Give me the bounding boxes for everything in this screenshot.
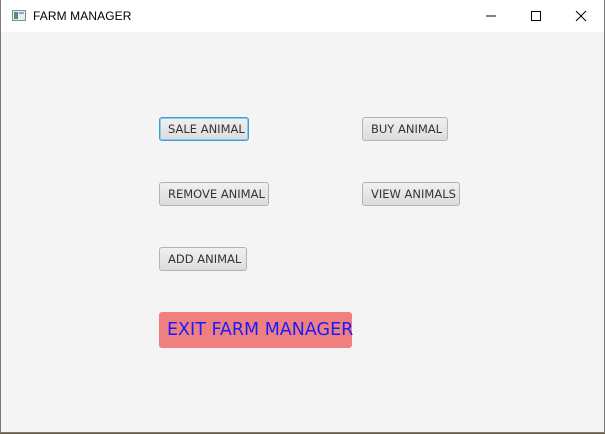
add-animal-button[interactable]: ADD ANIMAL <box>159 247 247 271</box>
close-button[interactable] <box>558 0 604 32</box>
view-animals-button[interactable]: VIEW ANIMALS <box>362 182 460 206</box>
minimize-icon <box>486 15 496 17</box>
maximize-icon <box>531 11 541 21</box>
maximize-button[interactable] <box>513 0 559 32</box>
remove-animal-button[interactable]: REMOVE ANIMAL <box>159 182 269 206</box>
window-title: FARM MANAGER <box>33 9 132 23</box>
sale-animal-button[interactable]: SALE ANIMAL <box>159 117 249 141</box>
app-icon <box>12 10 26 21</box>
exit-farm-manager-button[interactable]: EXIT FARM MANAGER <box>159 312 353 348</box>
app-window: FARM MANAGER SALE ANIMAL BUY ANIMAL REMO… <box>0 0 605 433</box>
title-bar[interactable]: FARM MANAGER <box>1 0 604 32</box>
buy-animal-button[interactable]: BUY ANIMAL <box>362 117 448 141</box>
close-icon <box>575 10 587 22</box>
minimize-button[interactable] <box>468 0 514 32</box>
